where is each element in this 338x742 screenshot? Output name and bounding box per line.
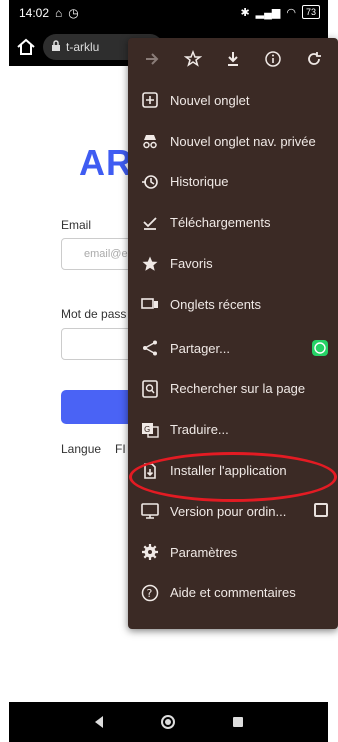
find-in-page-icon xyxy=(140,379,160,399)
menu-item-label: Aide et commentaires xyxy=(170,585,296,601)
url-text: t-arklu xyxy=(66,40,100,54)
incognito-icon xyxy=(140,131,160,151)
menu-item-install-app[interactable]: Installer l'application xyxy=(128,450,338,491)
downloads-icon xyxy=(140,213,160,233)
svg-text:?: ? xyxy=(147,587,153,600)
history-icon xyxy=(140,172,160,192)
menu-item-label: Nouvel onglet nav. privée xyxy=(170,133,316,149)
menu-item-label: Paramètres xyxy=(170,544,238,560)
menu-item-label: Partager... xyxy=(170,340,230,356)
menu-item-bookmarks[interactable]: Favoris xyxy=(128,243,338,284)
share-icon xyxy=(140,338,160,358)
menu-item-downloads[interactable]: Téléchargements xyxy=(128,202,338,243)
site-logo: AR xyxy=(79,142,133,183)
home-circle-icon[interactable] xyxy=(160,714,176,730)
alarm-icon: ◷ xyxy=(68,6,79,20)
menu-item-label: Rechercher sur la page xyxy=(170,381,306,397)
menu-item-incognito[interactable]: Nouvel onglet nav. privée xyxy=(128,121,338,162)
help-icon: ? xyxy=(140,583,160,603)
forward-icon[interactable] xyxy=(140,47,164,71)
battery-icon: 73 xyxy=(301,5,320,19)
download-icon[interactable] xyxy=(221,47,245,71)
install-app-icon xyxy=(140,461,160,481)
menu-item-label: Installer l'application xyxy=(170,463,287,479)
menu-item-translate[interactable]: G Traduire... xyxy=(128,409,338,450)
menu-item-label: Téléchargements xyxy=(170,215,271,231)
menu-toolbar xyxy=(128,38,338,80)
system-nav-bar xyxy=(9,702,328,742)
translate-icon: G xyxy=(140,420,160,440)
menu-item-new-tab[interactable]: Nouvel onglet xyxy=(128,80,338,121)
desktop-icon xyxy=(140,501,160,521)
new-tab-icon xyxy=(140,90,160,110)
settings-icon xyxy=(140,542,160,562)
menu-item-label: Favoris xyxy=(170,256,213,272)
menu-item-label: Onglets récents xyxy=(170,296,262,312)
star-icon xyxy=(140,254,160,274)
menu-item-label: Historique xyxy=(170,174,229,190)
menu-item-desktop-site[interactable]: Version pour ordin... xyxy=(128,491,338,532)
notification-icon: ⌂ xyxy=(55,6,63,20)
wifi-icon: ◠ xyxy=(286,6,296,19)
lock-icon xyxy=(51,39,61,55)
menu-item-label: Version pour ordin... xyxy=(170,503,287,519)
menu-item-share[interactable]: Partager... xyxy=(128,328,338,369)
signal-icon: ▂▄▆ xyxy=(255,6,281,19)
language-label: Langue xyxy=(61,442,102,456)
status-time: 14:02 xyxy=(19,6,50,20)
status-bar: 14:02 ⌂ ◷ ✱ ▂▄▆ ◠ 73 xyxy=(9,0,328,28)
bluetooth-icon: ✱ xyxy=(240,6,250,19)
menu-item-history[interactable]: Historique xyxy=(128,162,338,203)
email-label: Email xyxy=(61,218,92,232)
language-value: FI xyxy=(115,442,126,456)
menu-item-recent-tabs[interactable]: Onglets récents xyxy=(128,284,338,325)
back-icon[interactable] xyxy=(91,714,107,730)
menu-item-find-in-page[interactable]: Rechercher sur la page xyxy=(128,369,338,410)
browser-menu: Nouvel onglet Nouvel onglet nav. privée … xyxy=(128,38,338,629)
menu-item-settings[interactable]: Paramètres xyxy=(128,532,338,573)
password-label: Mot de pass xyxy=(61,307,127,321)
refresh-icon[interactable] xyxy=(302,47,326,71)
home-icon[interactable] xyxy=(15,36,37,58)
info-icon[interactable] xyxy=(261,47,285,71)
language-selector[interactable]: Langue FI xyxy=(61,442,126,456)
recents-icon[interactable] xyxy=(230,714,246,730)
whatsapp-icon[interactable] xyxy=(312,339,328,356)
menu-item-help[interactable]: ? Aide et commentaires xyxy=(128,573,338,614)
svg-text:G: G xyxy=(144,425,150,434)
recent-tabs-icon xyxy=(140,294,160,314)
desktop-site-checkbox[interactable] xyxy=(314,502,328,517)
star-icon[interactable] xyxy=(181,47,205,71)
menu-item-label: Nouvel onglet xyxy=(170,92,250,108)
menu-item-label: Traduire... xyxy=(170,422,229,438)
